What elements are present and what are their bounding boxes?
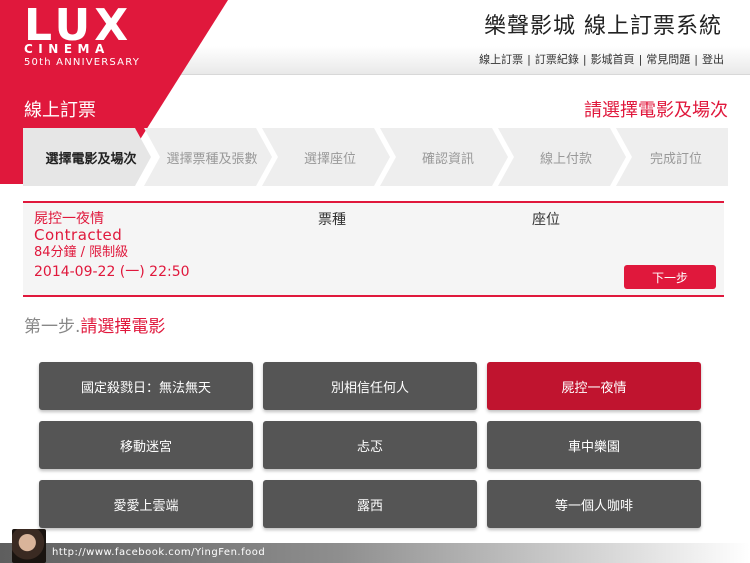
step-payment: 線上付款 (498, 128, 626, 186)
step-select-movie: 選擇電影及場次 (23, 128, 151, 186)
nav-separator: | (638, 53, 643, 66)
step-label: 完成訂位 (649, 151, 702, 167)
nav-link-booking[interactable]: 線上訂票 (479, 53, 523, 67)
movie-button[interactable]: 露西 (263, 480, 477, 528)
movie-button[interactable]: 別相信任何人 (263, 362, 477, 410)
next-step-button[interactable]: 下一步 (624, 265, 716, 289)
nav-separator: | (694, 53, 698, 66)
nav-link-faq[interactable]: 常見問題 (646, 53, 690, 67)
nav-link-logout[interactable]: 登出 (702, 53, 724, 67)
movie-button[interactable]: 愛愛上雲端 (39, 480, 253, 528)
step-label: 選擇票種及張數 (166, 151, 258, 167)
step-complete: 完成訂位 (616, 128, 728, 186)
movie-title-zh: 屍控一夜情 (34, 211, 104, 227)
avatar (12, 529, 46, 563)
step-heading-prefix: 第一步. (24, 317, 81, 337)
system-title: 樂聲影城 線上訂票系統 (484, 14, 722, 39)
watermark-url: http://www.facebook.com/YingFen.food (52, 547, 266, 558)
movie-button[interactable]: 等一個人咖啡 (487, 480, 701, 528)
movie-button[interactable]: 移動迷宮 (39, 421, 253, 469)
nav-link-home[interactable]: 影城首頁 (591, 53, 635, 67)
step-label: 線上付款 (539, 151, 592, 167)
step-confirm: 確認資訊 (380, 128, 508, 186)
step-heading-main: 請選擇電影 (80, 317, 166, 337)
step-heading: 第一步.請選擇電影 (24, 317, 165, 337)
nav-separator: | (527, 53, 531, 66)
ticket-type-header: 票種 (318, 212, 346, 228)
top-nav: 線上訂票 | 訂票紀錄 | 影城首頁 | 常見問題 | 登出 (479, 53, 724, 67)
step-label: 選擇電影及場次 (45, 151, 137, 167)
step-select-ticket: 選擇票種及張數 (144, 128, 272, 186)
nav-link-history[interactable]: 訂票紀錄 (535, 53, 579, 67)
nav-separator: | (582, 53, 587, 66)
movie-meta: 84分鐘 / 限制級 (34, 245, 129, 260)
movie-button[interactable]: 車中樂園 (487, 421, 701, 469)
movie-button-selected[interactable]: 屍控一夜情 (487, 362, 701, 410)
movie-title-en: Contracted (34, 226, 123, 244)
page-prompt: 請選擇電影及場次 (584, 100, 728, 121)
logo-cinema: CINEMA (24, 42, 110, 56)
showtime: 2014-09-22 (一) 22:50 (34, 264, 190, 280)
page-title: 線上訂票 (24, 100, 96, 121)
movie-button[interactable]: 忐忑 (263, 421, 477, 469)
logo-anniversary: 50th ANNIVERSARY (24, 57, 141, 68)
seat-header: 座位 (532, 212, 560, 228)
step-select-seat: 選擇座位 (262, 128, 390, 186)
step-label: 確認資訊 (421, 151, 474, 167)
step-label: 選擇座位 (303, 151, 356, 167)
movie-button[interactable]: 國定殺戮日：無法無天 (39, 362, 253, 410)
